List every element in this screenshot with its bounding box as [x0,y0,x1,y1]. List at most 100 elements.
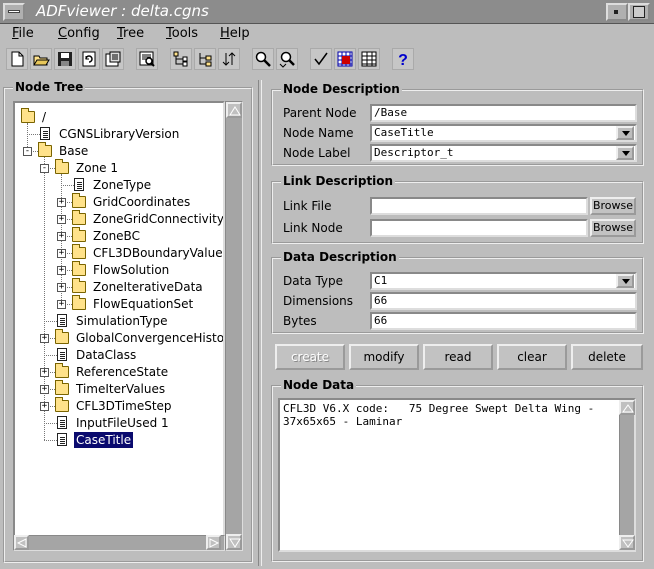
check-icon[interactable] [310,48,332,70]
menu-config[interactable]: Config [58,26,100,41]
collapse-node-toggle[interactable]: - [40,164,49,173]
browse-link-node-button[interactable]: Browse [590,219,636,237]
expand-node-toggle[interactable]: + [57,249,66,258]
tree-node-label: CGNSLibraryVersion [59,127,180,141]
expand-node-toggle[interactable]: + [40,334,49,343]
collapse-node-toggle[interactable]: - [23,147,32,156]
tree-node-label: Zone 1 [76,161,118,175]
clear-button[interactable]: clear [497,344,567,370]
folder-icon [55,397,69,412]
data-type-dropdown[interactable] [616,274,634,288]
folder-icon [72,193,86,208]
delete-button[interactable]: delete [571,344,643,370]
sort-icon[interactable] [218,48,240,70]
menu-tools[interactable]: Tools [166,26,198,41]
tree-node-label: ZoneBC [93,229,140,243]
find-next-icon[interactable] [276,48,298,70]
document-icon [57,416,67,429]
data-description-title: Data Description [281,250,399,264]
tree-connector-line [27,134,40,135]
panel-splitter[interactable] [258,80,262,566]
data-type-label: Data Type [283,274,344,288]
modify-button[interactable]: modify [349,344,419,370]
link-tree-icon[interactable] [170,48,192,70]
document-icon [40,127,50,140]
table-icon[interactable] [358,48,380,70]
document-icon [74,178,84,191]
node-data-textarea[interactable]: CFL3D V6.X code: 75 Degree Swept Delta W… [278,398,636,552]
node-tree[interactable]: / CGNSLibraryVersion Base - Zone 1 - ZoneType G… [13,101,225,551]
window-menu-button[interactable] [3,3,25,21]
sort-tree-icon[interactable] [194,48,216,70]
svg-text:?: ? [398,52,408,68]
expand-node-toggle[interactable]: + [57,232,66,241]
refresh-icon[interactable] [78,48,100,70]
maximize-button[interactable] [628,3,650,21]
bytes-label: Bytes [283,314,317,328]
open-folder-icon[interactable] [30,48,52,70]
tree-node-label: SimulationType [76,314,168,328]
document-icon [57,314,67,327]
folder-icon [72,227,86,242]
save-icon[interactable] [54,48,76,70]
expand-node-toggle[interactable]: + [57,300,66,309]
parent-node-field[interactable]: /Base [370,104,637,122]
node-label-dropdown[interactable] [616,146,634,160]
tree-node-label: CaseTitle [74,432,134,448]
dimensions-field[interactable]: 66 [370,292,637,310]
tree-node-label: DataClass [76,348,137,362]
find-icon[interactable] [252,48,274,70]
view-icon[interactable] [136,48,158,70]
tree-node-label: GridCoordinates [93,195,191,209]
tree-vertical-scrollbar[interactable] [225,101,243,551]
folder-icon [21,108,35,123]
tree-horizontal-scrollbar[interactable] [13,535,225,551]
expand-node-toggle[interactable]: + [57,198,66,207]
menu-tree[interactable]: Tree [117,26,144,41]
tree-scroll-down-button[interactable] [226,534,242,550]
expand-node-toggle[interactable]: + [40,385,49,394]
node-data-scrollbar[interactable] [619,400,635,550]
expand-node-toggle[interactable]: + [40,402,49,411]
folder-icon [72,210,86,225]
expand-node-toggle[interactable]: + [40,368,49,377]
tree-node-label: ZoneGridConnectivity [93,212,224,226]
link-node-label: Link Node [283,221,343,235]
expand-node-toggle[interactable]: + [57,215,66,224]
node-label-field[interactable]: Descriptor_t [370,144,637,162]
properties-icon[interactable] [102,48,124,70]
expand-node-toggle[interactable]: + [57,266,66,275]
create-button[interactable]: create [275,344,345,370]
node-data-scroll-down-button[interactable] [619,535,635,550]
window-title: ADFviewer : delta.cgns [36,2,209,20]
bytes-field[interactable]: 66 [370,312,637,330]
tree-connector-line [44,321,57,322]
node-data-scroll-up-button[interactable] [619,400,635,415]
parent-node-label: Parent Node [283,106,357,120]
folder-icon [55,380,69,395]
node-name-dropdown[interactable] [616,126,634,140]
new-file-icon[interactable] [6,48,28,70]
expand-node-toggle[interactable]: + [57,283,66,292]
minimize-button[interactable] [606,3,628,21]
read-button[interactable]: read [423,344,493,370]
browse-link-file-button[interactable]: Browse [590,197,636,215]
link-node-field[interactable] [370,219,588,237]
grid-icon[interactable] [334,48,356,70]
menu-file[interactable]: File [12,26,34,41]
document-icon [57,348,67,361]
tree-node-label: FlowSolution [93,263,170,277]
node-name-field[interactable]: CaseTitle [370,124,637,142]
data-type-field[interactable]: C1 [370,272,637,290]
tree-node-label: FlowEquationSet [93,297,194,311]
link-file-field[interactable] [370,197,588,215]
help-icon[interactable]: ? [392,48,414,70]
menu-help[interactable]: Help [220,26,250,41]
node-name-label: Node Name [283,126,354,140]
tree-scroll-up-button[interactable] [226,102,242,118]
folder-icon [72,295,86,310]
node-data-title: Node Data [281,378,357,392]
tree-scroll-right-button[interactable] [206,535,221,550]
tree-scroll-left-button[interactable] [14,535,29,550]
tree-node-label: ZoneType [93,178,152,192]
